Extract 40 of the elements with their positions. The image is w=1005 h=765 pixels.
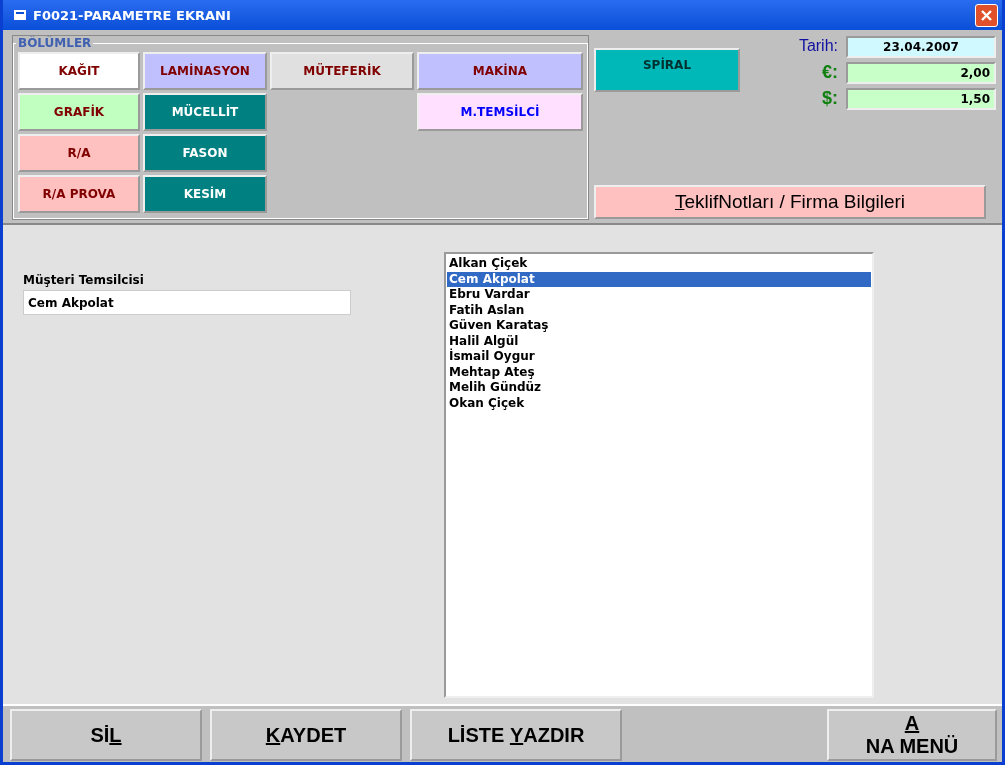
list-item[interactable]: Melih Gündüz <box>447 380 871 396</box>
section-button[interactable]: MÜCELLİT <box>143 93 267 131</box>
list-item[interactable]: Mehtap Ateş <box>447 364 871 380</box>
footer-button[interactable]: LİSTE YAZDIR <box>410 709 622 761</box>
window-title: F0021-PARAMETRE EKRANI <box>33 7 232 23</box>
close-icon <box>980 8 993 22</box>
section-button[interactable]: LAMİNASYON <box>143 52 267 90</box>
list-item[interactable]: Okan Çiçek <box>447 395 871 411</box>
list-item[interactable]: Ebru Vardar <box>447 287 871 303</box>
field-label: Müşteri Temsilcisi <box>23 273 145 287</box>
list-item[interactable]: Fatih Aslan <box>447 302 871 318</box>
rate-field[interactable]: 1,50 <box>846 88 996 110</box>
list-item[interactable]: Alkan Çiçek <box>447 256 871 272</box>
notes-button[interactable]: TeklifNotları / Firma Bilgileri <box>594 185 986 219</box>
section-button[interactable]: MÜTEFERİK <box>270 52 414 90</box>
list-item[interactable]: İsmail Oygur <box>447 349 871 365</box>
group-legend: BÖLÜMLER <box>16 36 94 50</box>
rate-field[interactable]: 23.04.2007 <box>846 36 996 58</box>
rate-label: Tarih: <box>797 36 838 56</box>
section-button[interactable]: M.TEMSİLCİ <box>417 93 583 131</box>
section-button[interactable]: FASON <box>143 134 267 172</box>
close-button[interactable] <box>975 3 998 27</box>
footer-button[interactable]: A NA MENÜ <box>827 709 997 761</box>
footer-button[interactable]: SİL <box>10 709 202 761</box>
section-button[interactable]: R/A PROVA <box>18 175 140 213</box>
rate-field[interactable]: 2,00 <box>846 62 996 84</box>
list-item[interactable]: Halil Algül <box>447 333 871 349</box>
rate-label: €: <box>821 62 838 84</box>
section-button[interactable]: GRAFİK <box>18 93 140 131</box>
footer-button[interactable]: KAYDET <box>210 709 402 761</box>
rate-label: $: <box>821 88 838 110</box>
representative-field[interactable]: Cem Akpolat <box>23 290 351 315</box>
list-item[interactable]: Cem Akpolat <box>447 271 871 287</box>
section-button[interactable]: KAĞIT <box>18 52 140 90</box>
spiral-button[interactable]: SPİRAL <box>594 48 740 92</box>
window-icon <box>13 9 27 21</box>
section-button[interactable]: R/A <box>18 134 140 172</box>
section-button[interactable]: MAKİNA <box>417 52 583 90</box>
list-item[interactable]: Güven Karataş <box>447 318 871 334</box>
section-button[interactable]: KESİM <box>143 175 267 213</box>
